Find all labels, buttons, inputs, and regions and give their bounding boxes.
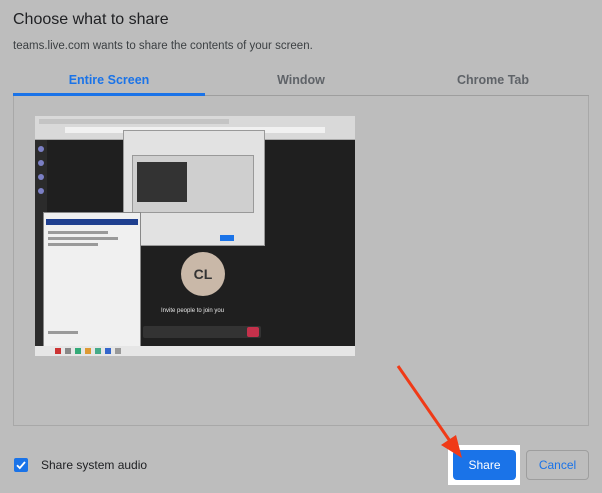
share-audio-label: Share system audio bbox=[41, 458, 148, 472]
thumbnail-share-dialog bbox=[123, 130, 265, 246]
tab-entire-screen[interactable]: Entire Screen bbox=[13, 66, 205, 96]
share-source-tabs: Entire Screen Window Chrome Tab bbox=[13, 66, 589, 96]
screen-list-pane: CL Invite people to join you bbox=[13, 96, 589, 426]
checkmark-icon bbox=[16, 461, 26, 470]
share-audio-checkbox[interactable] bbox=[14, 458, 28, 472]
dialog-footer: Share system audio Share Cancel bbox=[0, 440, 602, 493]
share-button[interactable]: Share bbox=[453, 450, 516, 480]
thumbnail-call-controls bbox=[143, 326, 261, 338]
thumbnail-avatar: CL bbox=[181, 252, 225, 296]
thumbnail-invite-text: Invite people to join you bbox=[161, 308, 225, 314]
tab-chrome-tab[interactable]: Chrome Tab bbox=[397, 66, 589, 95]
screen-thumbnail[interactable]: CL Invite people to join you bbox=[35, 116, 355, 356]
thumbnail-side-panel bbox=[43, 212, 141, 348]
cancel-button[interactable]: Cancel bbox=[526, 450, 589, 480]
dialog-subtitle: teams.live.com wants to share the conten… bbox=[13, 40, 313, 52]
thumbnail-taskbar bbox=[35, 346, 355, 356]
dialog-title: Choose what to share bbox=[13, 11, 169, 28]
tab-window[interactable]: Window bbox=[205, 66, 397, 95]
